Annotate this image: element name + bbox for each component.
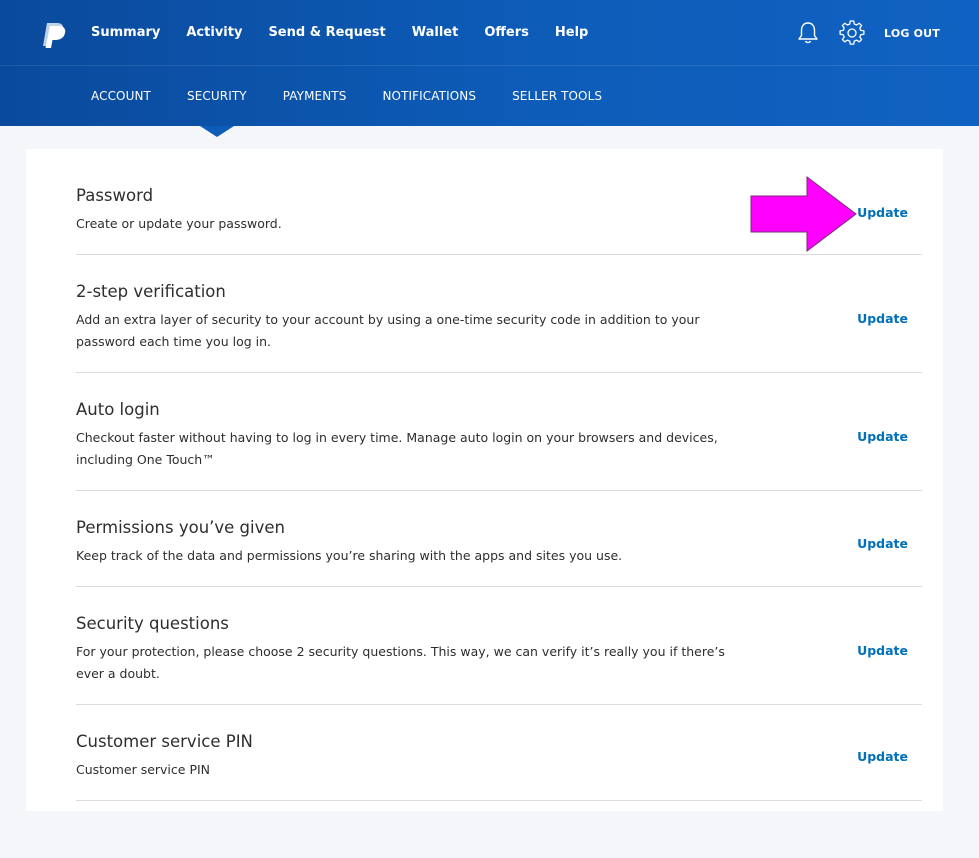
row-title: Auto login bbox=[76, 400, 160, 419]
arrow-right-icon bbox=[750, 175, 857, 253]
row-title: Permissions you’ve given bbox=[76, 518, 285, 537]
logout-button[interactable]: LOG OUT bbox=[884, 27, 940, 40]
row-description: Customer service PIN bbox=[76, 762, 211, 777]
row-description: For your protection, please choose 2 sec… bbox=[76, 644, 725, 681]
bell-icon[interactable] bbox=[795, 20, 821, 46]
row-title: Security questions bbox=[76, 614, 229, 633]
update-password-link[interactable]: Update bbox=[857, 205, 908, 220]
row-title: 2-step verification bbox=[76, 282, 226, 301]
update-pin-link[interactable]: Update bbox=[857, 749, 908, 764]
nav-summary[interactable]: Summary bbox=[78, 0, 173, 66]
main-nav: Summary Activity Send & Request Wallet O… bbox=[78, 0, 601, 66]
security-row-customer-service-pin: Customer service PIN Customer service PI… bbox=[76, 705, 922, 801]
security-row-2-step-verification: 2-step verification Add an extra layer o… bbox=[76, 255, 922, 373]
security-row-auto-login: Auto login Checkout faster without havin… bbox=[76, 373, 922, 491]
update-auto-login-link[interactable]: Update bbox=[857, 429, 908, 444]
header: Summary Activity Send & Request Wallet O… bbox=[0, 0, 979, 126]
row-description: Create or update your password. bbox=[76, 216, 282, 231]
sub-nav: ACCOUNT SECURITY PAYMENTS NOTIFICATIONS … bbox=[73, 66, 620, 126]
top-bar: Summary Activity Send & Request Wallet O… bbox=[0, 0, 979, 66]
security-row-security-questions: Security questions For your protection, … bbox=[76, 587, 922, 705]
gear-icon[interactable] bbox=[839, 20, 865, 46]
nav-offers[interactable]: Offers bbox=[471, 0, 542, 66]
update-permissions-link[interactable]: Update bbox=[857, 536, 908, 551]
tab-account[interactable]: ACCOUNT bbox=[73, 66, 169, 126]
nav-help[interactable]: Help bbox=[542, 0, 601, 66]
tab-security[interactable]: SECURITY bbox=[169, 66, 265, 126]
tab-payments[interactable]: PAYMENTS bbox=[265, 66, 365, 126]
nav-activity[interactable]: Activity bbox=[173, 0, 255, 66]
row-description: Add an extra layer of security to your a… bbox=[76, 312, 700, 349]
nav-send-request[interactable]: Send & Request bbox=[255, 0, 398, 66]
row-description: Checkout faster without having to log in… bbox=[76, 430, 718, 467]
tab-seller-tools[interactable]: SELLER TOOLS bbox=[494, 66, 620, 126]
tab-notifications[interactable]: NOTIFICATIONS bbox=[364, 66, 494, 126]
row-title: Password bbox=[76, 186, 154, 205]
update-security-questions-link[interactable]: Update bbox=[857, 643, 908, 658]
row-title: Customer service PIN bbox=[76, 732, 253, 751]
update-2-step-link[interactable]: Update bbox=[857, 311, 908, 326]
security-row-permissions: Permissions you’ve given Keep track of t… bbox=[76, 491, 922, 587]
paypal-logo-icon[interactable] bbox=[40, 21, 66, 49]
row-description: Keep track of the data and permissions y… bbox=[76, 548, 623, 563]
nav-wallet[interactable]: Wallet bbox=[399, 0, 472, 66]
